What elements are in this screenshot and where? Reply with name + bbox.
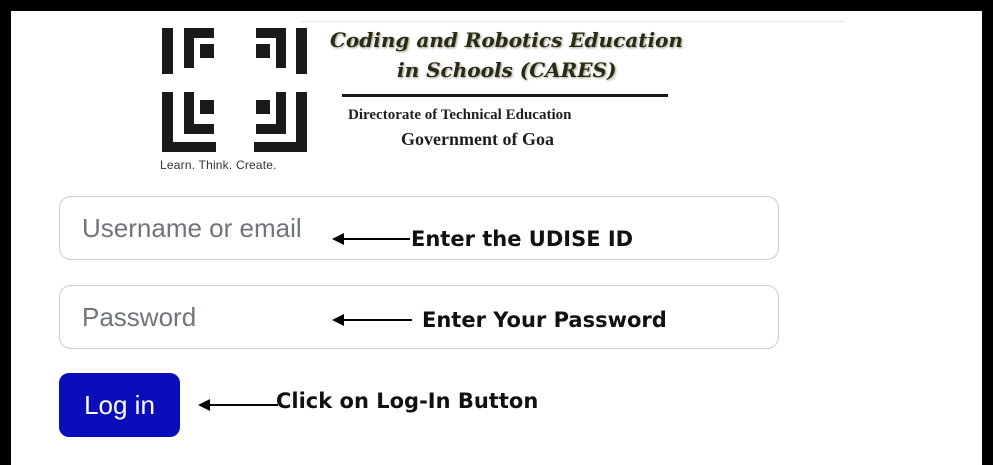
top-divider [300,21,845,22]
username-instruction: Enter the UDISE ID [411,227,634,251]
left-arrow-icon [198,398,278,412]
org-name-line2: Government of Goa [401,129,554,149]
cares-logo-icon [162,28,307,152]
left-arrow-icon [332,313,412,327]
brand-divider [342,94,668,97]
brand-title-line1: Coding and Robotics Education [330,28,683,52]
org-name-line1: Directorate of Technical Education [348,107,572,123]
left-arrow-icon [332,232,410,246]
login-button[interactable]: Log in [59,373,180,437]
brand-title-line2: in Schools (CARES) [397,58,617,82]
login-instruction: Click on Log-In Button [276,389,539,413]
logo-tagline: Learn. Think. Create. [160,158,277,172]
password-input[interactable] [59,285,779,349]
password-instruction: Enter Your Password [422,308,667,332]
